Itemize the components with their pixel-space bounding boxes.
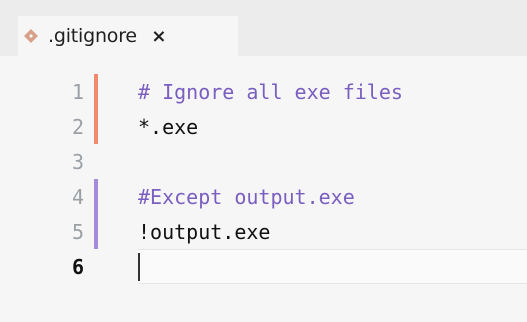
git-change-marker <box>94 214 98 249</box>
git-change-marker <box>94 74 98 109</box>
tab-gitignore[interactable]: .gitignore × <box>18 16 238 56</box>
line-text: # Ignore all exe files <box>138 79 403 104</box>
code-line[interactable]: 2 *.exe <box>0 109 527 144</box>
code-line[interactable]: 3 <box>0 144 527 179</box>
line-number: 2 <box>71 114 84 139</box>
line-number: 3 <box>71 149 84 174</box>
code-editor: .gitignore × 1 # Ignore all exe files 2 … <box>0 0 527 322</box>
code-line[interactable]: 4 #Except output.exe <box>0 179 527 214</box>
git-change-marker <box>94 179 98 214</box>
line-text: *.exe <box>138 114 199 139</box>
tab-strip: .gitignore × <box>0 0 527 56</box>
gutter-spacer <box>94 144 98 179</box>
text-cursor <box>138 253 140 281</box>
line-number: 5 <box>71 219 84 244</box>
code-line[interactable]: 1 # Ignore all exe files <box>0 74 527 109</box>
gutter-spacer <box>94 249 98 284</box>
active-code-line[interactable]: 6 <box>0 249 527 284</box>
code-line[interactable]: 5 !output.exe <box>0 214 527 249</box>
tab-title: .gitignore <box>48 25 137 47</box>
line-number: 4 <box>71 184 84 209</box>
current-line-highlight <box>138 249 527 284</box>
line-text: !output.exe <box>138 219 271 244</box>
line-number: 1 <box>71 79 84 104</box>
gitignore-file-icon <box>22 27 40 45</box>
code-area[interactable]: 1 # Ignore all exe files 2 *.exe 3 4 #Ex… <box>0 56 527 322</box>
close-tab-button[interactable]: × <box>149 26 169 47</box>
line-text: #Except output.exe <box>138 184 355 209</box>
git-change-marker <box>94 109 98 144</box>
line-number: 6 <box>71 254 84 279</box>
